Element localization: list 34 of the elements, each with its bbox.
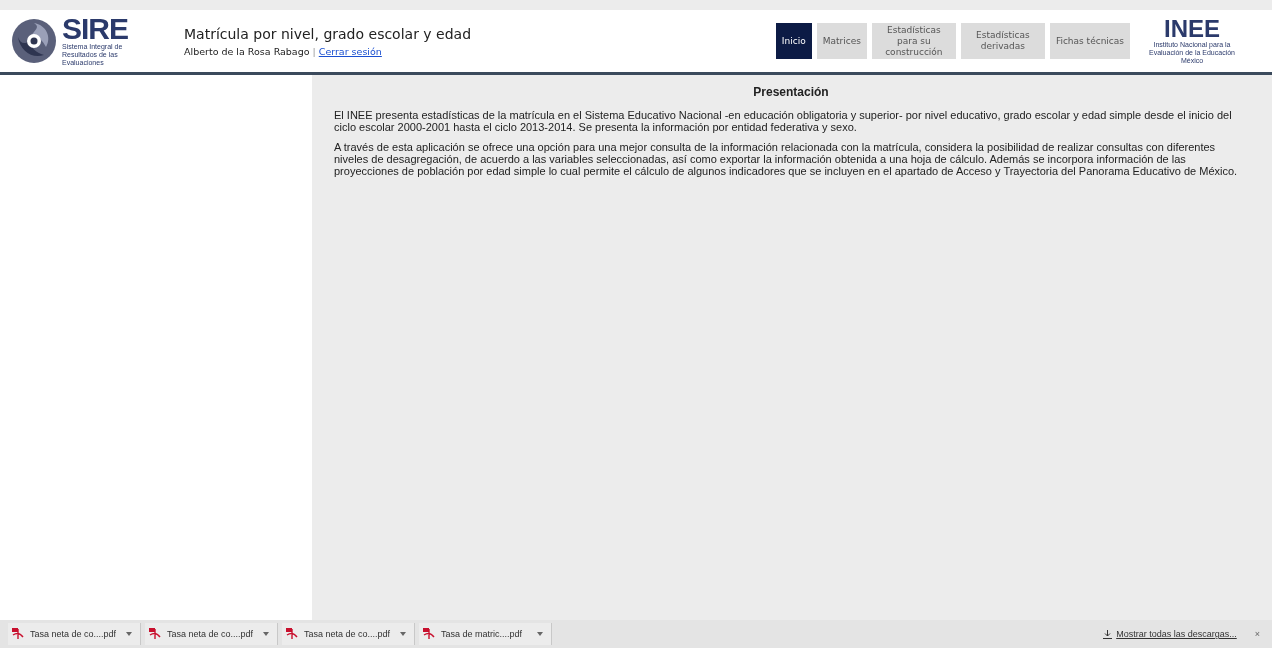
partner-wordmark: INEE	[1164, 17, 1220, 41]
separator: |	[312, 45, 316, 57]
caret-icon[interactable]	[537, 632, 543, 636]
nav-tab[interactable]: Estadísticas derivadas	[960, 23, 1045, 59]
nav-tab[interactable]: Matrices	[816, 23, 867, 59]
app-title: Matrícula por nivel, grado escolar y edad	[184, 25, 472, 42]
file-name: Tasa de matric....pdf	[441, 629, 523, 639]
paragraph: A través de esta aplicación se ofrece una opción para una mejor consulta de la información relacionada con la matrícula, considera la posibilidad de realizar consultas con diferentes niveles de desagregación, de acuerdo a las variables seleccionadas, así como exportar la información obtenida a una hoja de cálculo. Además se incorpora información de las proyecciones de población por edad simple lo cual permite el cálculo de algunos indicadores que se incluyen en el apartado de Acceso y Trayectoria del Panorama Educativo de México.	[334, 141, 1239, 177]
nav-tab[interactable]: Inicio	[775, 23, 812, 59]
paragraph: El INEE presenta estadísticas de la matrícula en el Sistema Educativo Nacional -en educación obligatoria y superior- por nivel educativo, grado escolar y edad simple desde el inicio del ciclo escolar 2000-2001 hasta el ciclo 2013-2014. Se presenta la información por entidad federativa y sexo.	[334, 109, 1233, 133]
nav-tab[interactable]: Estadísticas para su construcción	[871, 23, 956, 59]
download-item[interactable]: Tasa neta de co....pdf	[8, 623, 141, 645]
caret-icon[interactable]	[263, 632, 269, 636]
file-name: Tasa neta de co....pdf	[167, 629, 254, 639]
download-icon	[1103, 629, 1113, 639]
nav-tab[interactable]: Fichas técnicas	[1049, 23, 1130, 59]
logo-wordmark: SIRE	[62, 15, 130, 43]
section-heading: Presentación	[752, 85, 830, 99]
logout-link[interactable]: Cerrar sesión	[318, 45, 382, 57]
pdf-icon	[286, 628, 298, 640]
user-name: Alberto de la Rosa Rabago	[184, 45, 310, 57]
download-item[interactable]: Tasa neta de co....pdf	[282, 623, 415, 645]
caret-icon[interactable]	[400, 632, 406, 636]
download-item[interactable]: Tasa de matric....pdf	[419, 623, 552, 645]
caret-icon[interactable]	[126, 632, 132, 636]
show-all-downloads-link[interactable]: Mostrar todas las descargas...	[1103, 629, 1237, 639]
close-button[interactable]: ×	[1254, 629, 1260, 639]
swirl-logo-icon	[10, 17, 58, 65]
pdf-icon	[423, 628, 435, 640]
file-name: Tasa neta de co....pdf	[30, 629, 117, 639]
download-item[interactable]: Tasa neta de co....pdf	[145, 623, 278, 645]
pdf-icon	[149, 628, 161, 640]
file-name: Tasa neta de co....pdf	[304, 629, 391, 639]
pdf-icon	[12, 628, 24, 640]
